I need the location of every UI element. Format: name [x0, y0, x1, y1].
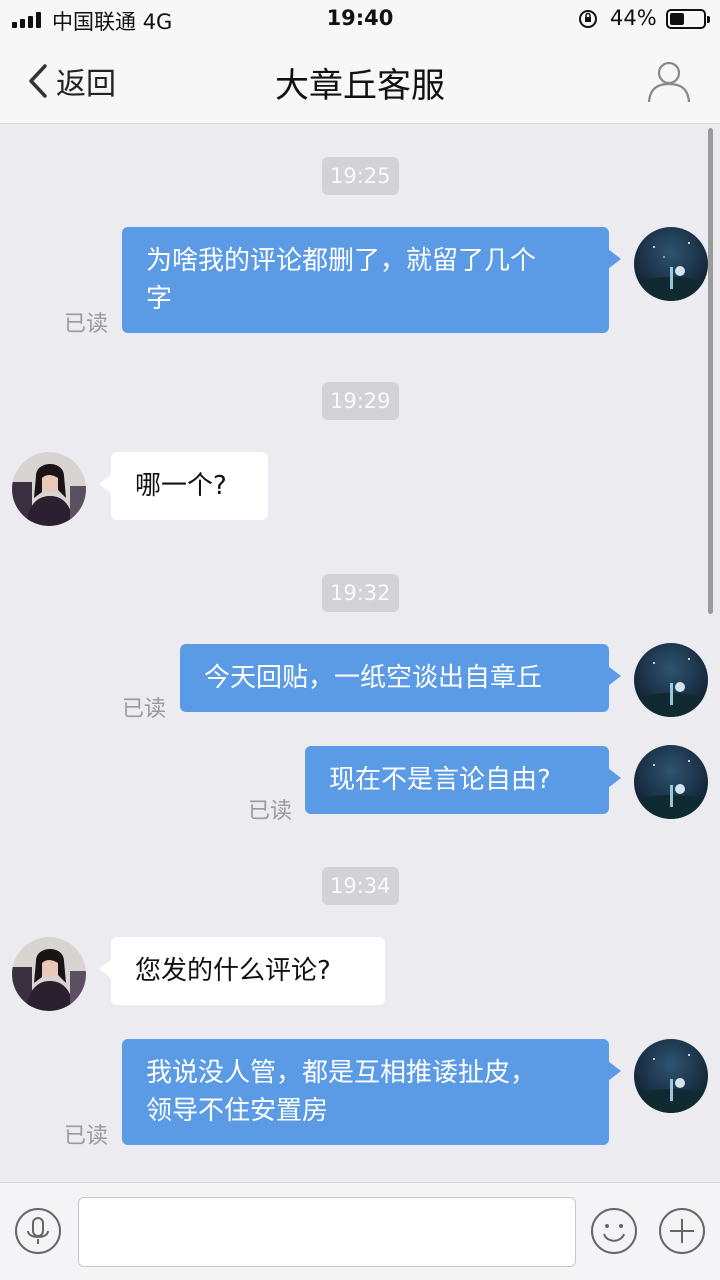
network-type: 4G — [142, 10, 173, 34]
read-status: 已读 — [64, 1124, 109, 1149]
my-avatar[interactable] — [634, 1039, 708, 1113]
nav-bar: 返回 大章丘客服 — [0, 38, 720, 124]
message-bubble-sent[interactable]: 为啥我的评论都删了，就留了几个 字 — [122, 227, 621, 333]
message-bubble-received[interactable]: 哪一个? — [99, 452, 268, 520]
night-sky-avatar-image — [634, 643, 708, 717]
signal-strength-icon — [12, 12, 41, 28]
smiley-icon[interactable] — [590, 1207, 638, 1255]
timestamp: 19:32 — [322, 574, 399, 612]
night-sky-avatar-image — [634, 745, 708, 819]
night-sky-avatar-image — [634, 1039, 708, 1113]
carrier-name: 中国联通 — [52, 10, 136, 34]
woman-portrait-avatar-image — [12, 937, 86, 1011]
scrollbar[interactable] — [708, 128, 713, 614]
page-title: 大章丘客服 — [275, 66, 445, 106]
read-status: 已读 — [64, 312, 109, 337]
agent-avatar[interactable] — [12, 937, 86, 1011]
battery-icon — [666, 9, 710, 29]
woman-portrait-avatar-image — [12, 452, 86, 526]
night-sky-avatar-image — [634, 227, 708, 301]
status-bar: 中国联通 4G 19:40 44% — [0, 0, 720, 38]
message-bubble-sent[interactable]: 今天回贴，一纸空谈出自章丘 — [180, 644, 621, 712]
my-avatar[interactable] — [634, 227, 708, 301]
carrier-label: 中国联通 4G — [52, 6, 172, 36]
message-text-line: 领导不住安置房 — [146, 1096, 329, 1126]
message-bubble-sent[interactable]: 现在不是言论自由? — [305, 746, 621, 814]
message-text-line: 字 — [146, 284, 173, 314]
read-status: 已读 — [122, 697, 167, 722]
timestamp: 19:29 — [322, 382, 399, 420]
message-bubble-sent[interactable]: 我说没人管，都是互相推诿扯皮， 领导不住安置房 — [122, 1039, 621, 1145]
timestamp: 19:34 — [322, 867, 399, 905]
agent-avatar[interactable] — [12, 452, 86, 526]
message-text-line: 为啥我的评论都删了，就留了几个 — [146, 246, 537, 276]
read-status: 已读 — [248, 799, 293, 824]
back-label: 返回 — [56, 67, 116, 102]
message-text-line: 我说没人管，都是互相推诿扯皮， — [146, 1058, 537, 1088]
microphone-icon[interactable] — [14, 1207, 62, 1255]
chevron-left-icon — [29, 64, 47, 98]
back-button[interactable]: 返回 — [26, 58, 116, 104]
battery-fill — [670, 13, 684, 25]
my-avatar[interactable] — [634, 745, 708, 819]
timestamp: 19:25 — [322, 157, 399, 195]
input-bar — [0, 1182, 720, 1280]
message-input[interactable] — [78, 1197, 576, 1267]
person-icon[interactable] — [646, 58, 692, 104]
my-avatar[interactable] — [634, 643, 708, 717]
plus-icon[interactable] — [658, 1207, 706, 1255]
battery-percent: 44% — [610, 6, 657, 30]
message-bubble-received[interactable]: 您发的什么评论? — [99, 937, 385, 1005]
rotation-lock-icon — [579, 10, 597, 28]
